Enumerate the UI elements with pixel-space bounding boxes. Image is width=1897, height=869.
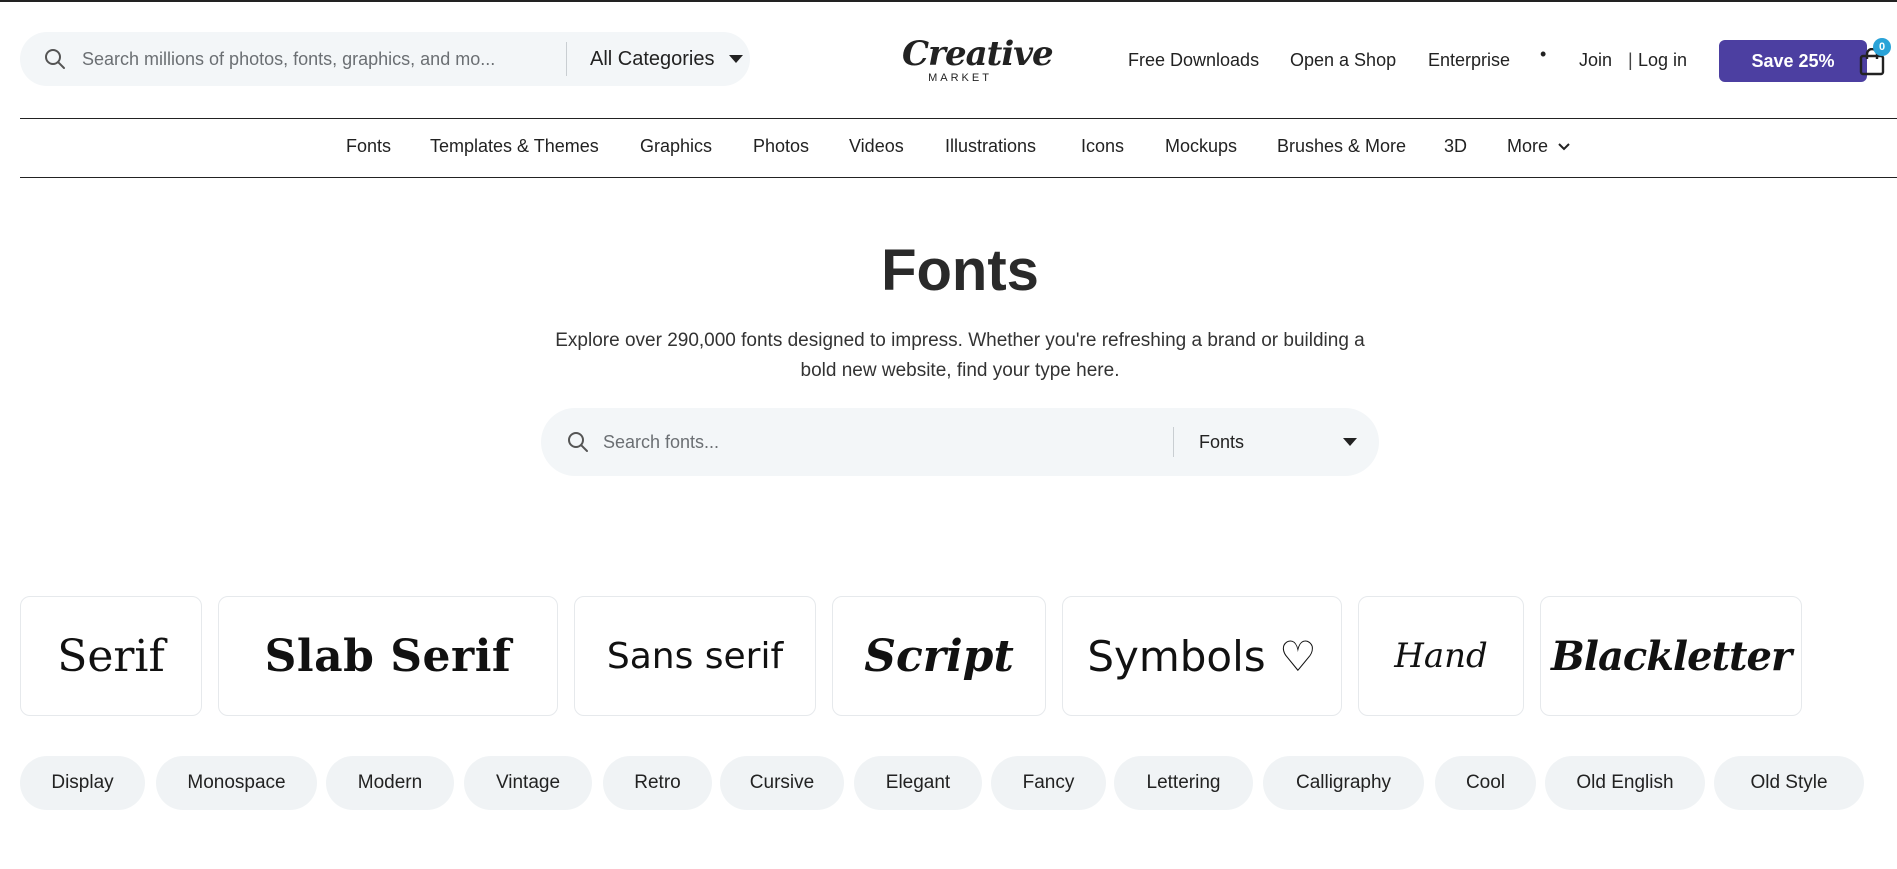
category-select[interactable]: All Categories bbox=[590, 42, 743, 76]
creative-market-logo[interactable]: Creative MARKET bbox=[902, 34, 1054, 84]
font-style-card-sans-serif[interactable]: Sans serif bbox=[574, 596, 816, 716]
caret-down-icon bbox=[1343, 438, 1357, 446]
font-style-card-symbols[interactable]: Symbols ♡ bbox=[1062, 596, 1342, 716]
login-label: Log in bbox=[1638, 50, 1688, 70]
site-header: All Categories Creative MARKET Free Down… bbox=[0, 2, 1897, 118]
tag-chip-old-style[interactable]: Old Style bbox=[1714, 756, 1864, 810]
font-type-select[interactable]: Fonts bbox=[1199, 425, 1357, 459]
font-style-label: Sans serif bbox=[606, 635, 784, 677]
tag-chip-monospace[interactable]: Monospace bbox=[156, 756, 317, 810]
nav-item-mockups[interactable]: Mockups bbox=[1165, 136, 1237, 157]
nav-dot-separator: • bbox=[1540, 44, 1547, 64]
font-search-bar: Fonts bbox=[541, 408, 1379, 476]
tag-chip-old-english[interactable]: Old English bbox=[1545, 756, 1705, 810]
enterprise-label: Enterprise bbox=[1428, 50, 1511, 70]
page-description: Explore over 290,000 fonts designed to i… bbox=[555, 330, 1365, 381]
tag-chip-lettering[interactable]: Lettering bbox=[1114, 756, 1253, 810]
save-promo-button[interactable]: Save 25% bbox=[1719, 40, 1867, 82]
font-style-label: Symbols ♡ bbox=[1087, 631, 1317, 681]
font-style-label: Blackletter bbox=[1550, 632, 1792, 680]
font-style-label: Slab Serif bbox=[264, 630, 512, 682]
font-style-card-blackletter[interactable]: Blackletter bbox=[1540, 596, 1802, 716]
enterprise-link[interactable]: Enterprise bbox=[1428, 46, 1510, 74]
tag-chip-calligraphy[interactable]: Calligraphy bbox=[1263, 756, 1424, 810]
font-style-label: Hand bbox=[1394, 636, 1488, 676]
nav-item-videos[interactable]: Videos bbox=[849, 136, 904, 157]
global-search-input[interactable] bbox=[82, 42, 562, 76]
tag-chip-cursive[interactable]: Cursive bbox=[720, 756, 844, 810]
nav-item-brushes-more[interactable]: Brushes & More bbox=[1277, 136, 1406, 157]
nav-item-illustrations[interactable]: Illustrations bbox=[945, 136, 1036, 157]
font-type-select-value: Fonts bbox=[1199, 431, 1245, 452]
nav-item-templates-themes[interactable]: Templates & Themes bbox=[430, 136, 599, 157]
page-title: Fonts bbox=[881, 238, 1039, 303]
nav-item-fonts[interactable]: Fonts bbox=[346, 136, 391, 157]
search-icon bbox=[568, 432, 588, 452]
global-search-bar: All Categories bbox=[20, 32, 750, 86]
search-divider bbox=[566, 42, 567, 76]
cart-count-badge: 0 bbox=[1873, 38, 1891, 56]
font-style-card-slab-serif[interactable]: Slab Serif bbox=[218, 596, 558, 716]
nav-more-label: More bbox=[1507, 136, 1549, 156]
font-style-label: Script bbox=[864, 630, 1014, 682]
tag-chip-vintage[interactable]: Vintage bbox=[464, 756, 592, 810]
search-divider bbox=[1173, 427, 1174, 457]
join-label: Join bbox=[1579, 50, 1613, 70]
tag-chip-elegant[interactable]: Elegant bbox=[854, 756, 982, 810]
font-search-input[interactable] bbox=[603, 425, 1103, 459]
nav-item-graphics[interactable]: Graphics bbox=[640, 136, 712, 157]
open-shop-label: Open a Shop bbox=[1290, 50, 1397, 70]
join-link[interactable]: Join bbox=[1579, 46, 1612, 74]
login-link[interactable]: Log in bbox=[1638, 46, 1687, 74]
caret-down-icon bbox=[728, 55, 743, 63]
join-login-separator: | bbox=[1628, 50, 1633, 70]
font-style-label: Serif bbox=[57, 630, 165, 682]
tag-chip-retro[interactable]: Retro bbox=[603, 756, 712, 810]
nav-item-more[interactable]: More bbox=[1507, 136, 1571, 157]
tag-chip-cool[interactable]: Cool bbox=[1435, 756, 1536, 810]
tag-chip-display[interactable]: Display bbox=[20, 756, 145, 810]
nav-item-photos[interactable]: Photos bbox=[753, 136, 809, 157]
open-shop-link[interactable]: Open a Shop bbox=[1290, 46, 1396, 74]
nav-item-icons[interactable]: Icons bbox=[1081, 136, 1124, 157]
cart-button[interactable]: 0 bbox=[1859, 38, 1891, 78]
tag-chip-fancy[interactable]: Fancy bbox=[991, 756, 1106, 810]
free-downloads-label: Free Downloads bbox=[1128, 50, 1260, 70]
nav-item-3d[interactable]: 3D bbox=[1444, 136, 1467, 157]
search-icon bbox=[45, 49, 65, 69]
free-downloads-link[interactable]: Free Downloads bbox=[1128, 46, 1259, 74]
chevron-down-icon bbox=[1558, 143, 1570, 151]
category-select-value: All Categories bbox=[590, 47, 715, 70]
logo-main-text: Creative bbox=[902, 34, 1054, 74]
font-style-card-hand[interactable]: Hand bbox=[1358, 596, 1524, 716]
font-style-card-script[interactable]: Script bbox=[832, 596, 1046, 716]
tag-chip-modern[interactable]: Modern bbox=[326, 756, 454, 810]
font-style-card-serif[interactable]: Serif bbox=[20, 596, 202, 716]
category-nav: Fonts Templates & Themes Graphics Photos… bbox=[20, 118, 1897, 178]
